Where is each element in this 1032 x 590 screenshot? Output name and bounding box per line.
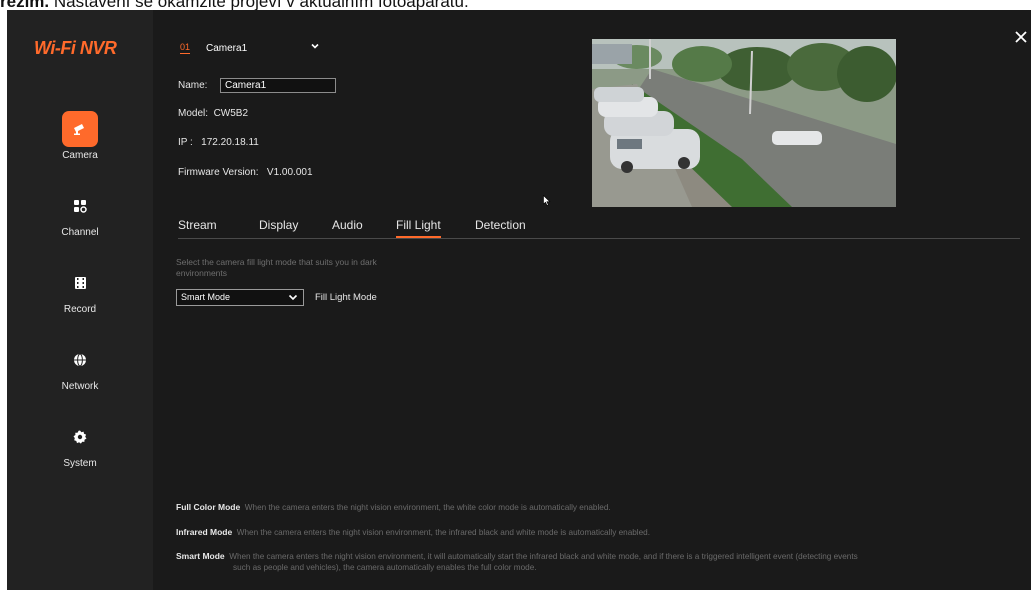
- caption-bold: režim.: [0, 0, 50, 10]
- note-text: When the camera enters the night vision …: [244, 503, 611, 512]
- fill-light-mode-label: Fill Light Mode: [315, 292, 377, 303]
- mouse-cursor-icon: [543, 195, 551, 206]
- ip-value: 172.20.18.11: [201, 137, 259, 148]
- sidebar-item-system[interactable]: System: [7, 419, 153, 469]
- fill-light-mode-dropdown[interactable]: Smart Mode: [176, 289, 304, 306]
- ip-label: IP :: [178, 137, 193, 148]
- chevron-down-icon: [311, 43, 319, 49]
- nvr-app-window: Wi-Fi NVR Camera Channel Record Network: [7, 10, 1031, 590]
- model-value: CW5B2: [213, 108, 249, 119]
- sidebar: Wi-Fi NVR Camera Channel Record Network: [7, 10, 153, 590]
- camera-selected: Camera1: [206, 43, 248, 54]
- note-text: When the camera enters the night vision …: [229, 552, 858, 561]
- ip-row: IP : 172.20.18.11: [178, 137, 259, 148]
- fill-light-mode-value: Smart Mode: [181, 292, 231, 302]
- fill-light-description: Select the camera fill light mode that s…: [176, 257, 377, 278]
- close-icon[interactable]: [1014, 30, 1028, 44]
- camera-name-field[interactable]: Camera1: [220, 78, 336, 93]
- note-text-continued: such as people and vehicles), the camera…: [233, 563, 537, 572]
- note-infrared: Infrared Mode When the camera enters the…: [176, 527, 1006, 538]
- note-title: Infrared Mode: [176, 527, 233, 537]
- globe-icon: [62, 342, 98, 378]
- sidebar-item-label: System: [63, 458, 97, 469]
- record-film-icon: [62, 265, 98, 301]
- sidebar-item-label: Record: [63, 304, 97, 315]
- model-row: Model: CW5B2: [178, 108, 248, 119]
- sidebar-item-label: Channel: [61, 227, 99, 238]
- sidebar-item-record[interactable]: Record: [7, 265, 153, 315]
- firmware-row: Firmware Version: V1.00.001: [178, 167, 313, 178]
- tab-audio[interactable]: Audio: [332, 218, 363, 238]
- camera-number: 01: [180, 42, 191, 54]
- app-logo: Wi-Fi NVR: [34, 38, 117, 58]
- note-smart: Smart Mode When the camera enters the ni…: [176, 551, 1006, 573]
- tab-display[interactable]: Display: [259, 218, 298, 238]
- camera-live-preview: [592, 39, 896, 207]
- chevron-down-icon: [288, 294, 298, 301]
- camera-icon: [62, 111, 98, 147]
- caption: režim. Nastavení se okamžitě projeví v a…: [0, 0, 1032, 10]
- sidebar-item-camera[interactable]: Camera: [7, 111, 153, 161]
- sidebar-item-network[interactable]: Network: [7, 342, 153, 392]
- settings-tabs: Stream Display Audio Fill Light Detectio…: [178, 218, 1020, 239]
- parking-lot-image: [592, 39, 896, 207]
- sidebar-item-label: Network: [61, 381, 99, 392]
- sidebar-item-channel[interactable]: Channel: [7, 188, 153, 238]
- sidebar-item-label: Camera: [62, 150, 98, 161]
- note-title: Full Color Mode: [176, 502, 241, 512]
- tab-fill-light[interactable]: Fill Light: [396, 218, 441, 238]
- tab-detection[interactable]: Detection: [475, 218, 526, 238]
- firmware-value: V1.00.001: [266, 167, 313, 178]
- camera-dropdown[interactable]: 01 Camera1: [177, 41, 327, 57]
- note-text: When the camera enters the night vision …: [236, 528, 651, 537]
- firmware-label: Firmware Version:: [178, 167, 259, 178]
- gear-icon: [62, 419, 98, 455]
- name-label: Name:: [178, 80, 208, 91]
- model-label: Model:: [178, 108, 209, 119]
- tab-stream[interactable]: Stream: [178, 218, 217, 238]
- note-full-color: Full Color Mode When the camera enters t…: [176, 502, 1006, 513]
- channel-grid-icon: [62, 188, 98, 224]
- note-title: Smart Mode: [176, 551, 225, 561]
- caption-text: Nastavení se okamžitě projeví v aktuální…: [49, 0, 469, 10]
